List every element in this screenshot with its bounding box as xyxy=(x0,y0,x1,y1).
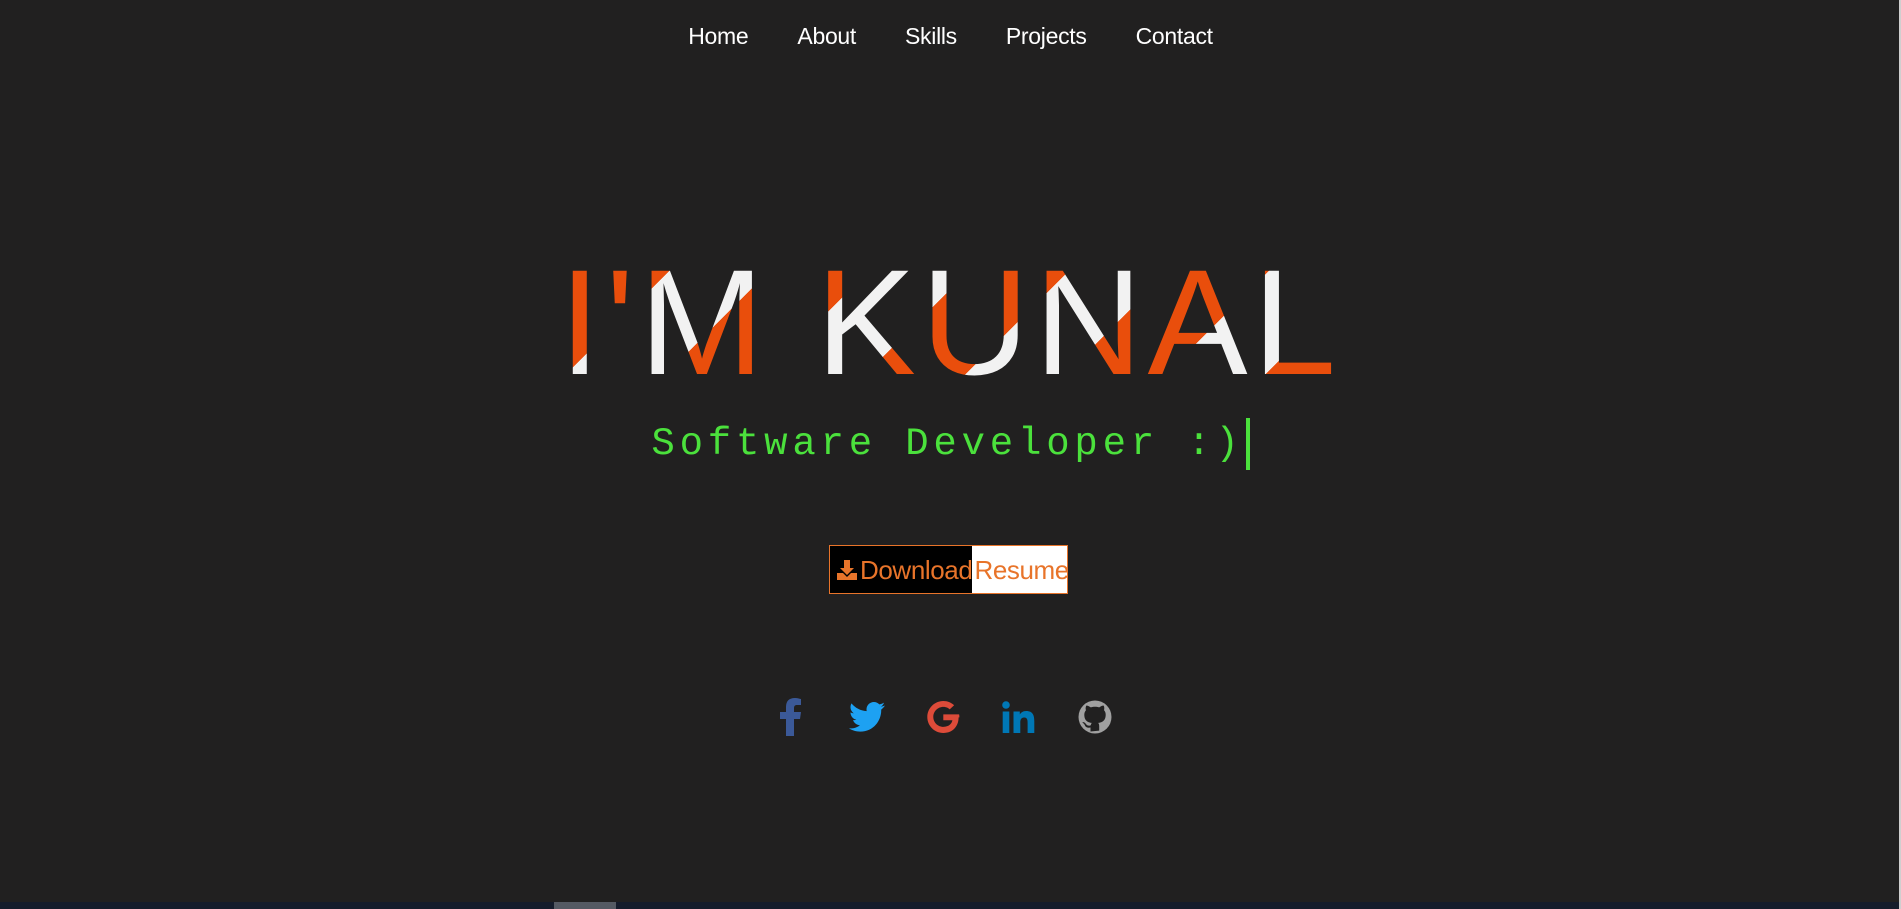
download-label: Download xyxy=(860,554,973,585)
twitter-icon xyxy=(849,702,885,732)
download-section: Download xyxy=(830,546,973,593)
hero-title: I'M KUNAL xyxy=(0,240,1901,400)
nav-about-link[interactable]: About xyxy=(773,21,881,51)
nav-projects-link[interactable]: Projects xyxy=(981,21,1111,51)
github-link[interactable] xyxy=(1074,696,1116,738)
facebook-link[interactable] xyxy=(770,696,812,738)
bottom-scroll-indicator[interactable] xyxy=(554,902,616,909)
facebook-icon xyxy=(780,698,801,736)
hero-subtitle: Software Developer :) xyxy=(0,418,1901,470)
resume-label: Resume xyxy=(974,554,1068,585)
github-icon xyxy=(1078,700,1112,734)
resume-section: Resume xyxy=(972,546,1068,593)
google-link[interactable] xyxy=(922,696,964,738)
linkedin-link[interactable] xyxy=(998,696,1040,738)
subtitle-text: Software Developer :) xyxy=(651,422,1244,466)
nav-home-link[interactable]: Home xyxy=(664,21,773,51)
main-nav: Home About Skills Projects Contact xyxy=(0,21,1901,51)
bottom-strip xyxy=(0,902,1899,909)
google-icon xyxy=(927,701,960,733)
download-resume-button[interactable]: Download Resume xyxy=(829,545,1068,594)
linkedin-icon xyxy=(1002,701,1035,733)
nav-contact-link[interactable]: Contact xyxy=(1111,21,1237,51)
download-icon xyxy=(836,559,858,581)
hero-title-text: I'M KUNAL xyxy=(559,240,1341,400)
page: Home About Skills Projects Contact I'M K… xyxy=(0,0,1901,909)
social-links xyxy=(770,696,1150,738)
nav-skills-link[interactable]: Skills xyxy=(881,21,982,51)
typing-caret xyxy=(1245,418,1250,470)
twitter-link[interactable] xyxy=(846,696,888,738)
